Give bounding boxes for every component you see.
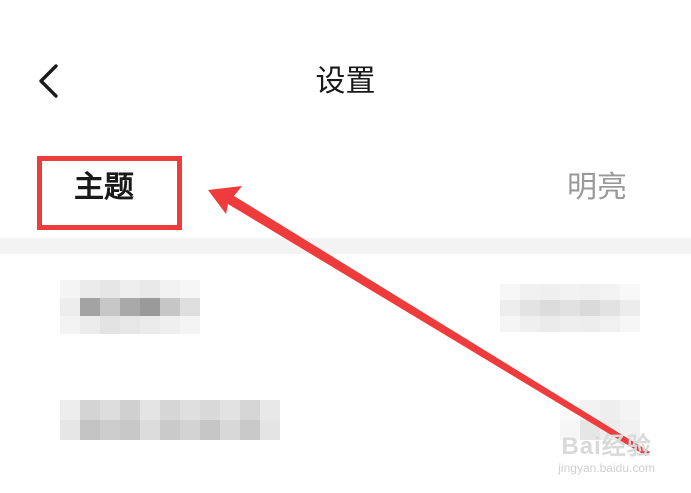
mosaic-cell <box>540 284 560 300</box>
mosaic-cell <box>180 400 200 420</box>
watermark-url: jingyan.baidu.com <box>558 461 655 475</box>
mosaic-cell <box>620 284 640 300</box>
mosaic-cell <box>500 300 520 316</box>
mosaic-cell <box>60 316 80 334</box>
mosaic-cell <box>600 400 620 420</box>
mosaic-cell <box>240 420 260 440</box>
mosaic-cell <box>100 420 120 440</box>
mosaic-cell <box>580 316 600 332</box>
mosaic-cell <box>180 298 200 316</box>
mosaic-cell <box>260 400 280 420</box>
theme-setting-label: 主题 <box>74 170 134 205</box>
mosaic-cell <box>620 316 640 332</box>
blurred-setting-label <box>60 400 280 440</box>
mosaic-cell <box>60 400 80 420</box>
mosaic-cell <box>600 300 620 316</box>
mosaic-cell <box>520 284 540 300</box>
top-nav-bar: 设置 <box>0 0 691 150</box>
mosaic-cell <box>160 298 180 316</box>
mosaic-cell <box>580 284 600 300</box>
mosaic-cell <box>560 316 580 332</box>
mosaic-cell <box>560 284 580 300</box>
mosaic-cell <box>580 300 600 316</box>
mosaic-cell <box>100 298 120 316</box>
mosaic-cell <box>520 300 540 316</box>
mosaic-cell <box>620 300 640 316</box>
page-title: 设置 <box>315 64 376 99</box>
mosaic-cell <box>80 316 100 334</box>
mosaic-cell <box>60 420 80 440</box>
mosaic-cell <box>500 284 520 300</box>
mosaic-cell <box>160 420 180 440</box>
mosaic-cell <box>60 280 80 298</box>
mosaic-cell <box>120 280 140 298</box>
section-divider <box>0 238 691 254</box>
mosaic-cell <box>160 316 180 334</box>
mosaic-cell <box>540 316 560 332</box>
mosaic-cell <box>100 400 120 420</box>
watermark: Bai经验 jingyan.baidu.com <box>558 426 655 475</box>
mosaic-cell <box>160 280 180 298</box>
mosaic-cell <box>80 400 100 420</box>
watermark-logo: Bai经验 <box>561 433 652 460</box>
mosaic-cell <box>120 420 140 440</box>
mosaic-cell <box>80 280 100 298</box>
mosaic-cell <box>220 400 240 420</box>
mosaic-cell <box>120 316 140 334</box>
mosaic-cell <box>500 316 520 332</box>
mosaic-cell <box>60 298 80 316</box>
mosaic-cell <box>540 300 560 316</box>
mosaic-cell <box>180 420 200 440</box>
mosaic-cell <box>80 420 100 440</box>
mosaic-cell <box>220 420 240 440</box>
mosaic-cell <box>200 420 220 440</box>
mosaic-cell <box>100 280 120 298</box>
mosaic-cell <box>600 316 620 332</box>
mosaic-cell <box>560 400 580 420</box>
mosaic-cell <box>240 400 260 420</box>
mosaic-cell <box>560 300 580 316</box>
mosaic-cell <box>140 400 160 420</box>
mosaic-cell <box>140 298 160 316</box>
mosaic-cell <box>180 316 200 334</box>
mosaic-cell <box>160 400 180 420</box>
mosaic-cell <box>140 280 160 298</box>
mosaic-cell <box>620 400 640 420</box>
mosaic-cell <box>100 316 120 334</box>
mosaic-cell <box>120 400 140 420</box>
mosaic-cell <box>200 400 220 420</box>
mosaic-cell <box>520 316 540 332</box>
theme-setting-value: 明亮 <box>567 170 627 205</box>
mosaic-cell <box>180 280 200 298</box>
mosaic-cell <box>600 284 620 300</box>
blurred-setting-value <box>500 284 640 332</box>
blurred-setting-label <box>60 280 200 334</box>
mosaic-cell <box>120 298 140 316</box>
mosaic-cell <box>80 298 100 316</box>
mosaic-cell <box>580 400 600 420</box>
theme-setting-row[interactable]: 主题 明亮 <box>0 150 691 238</box>
mosaic-cell <box>140 420 160 440</box>
mosaic-cell <box>260 420 280 440</box>
mosaic-cell <box>140 316 160 334</box>
